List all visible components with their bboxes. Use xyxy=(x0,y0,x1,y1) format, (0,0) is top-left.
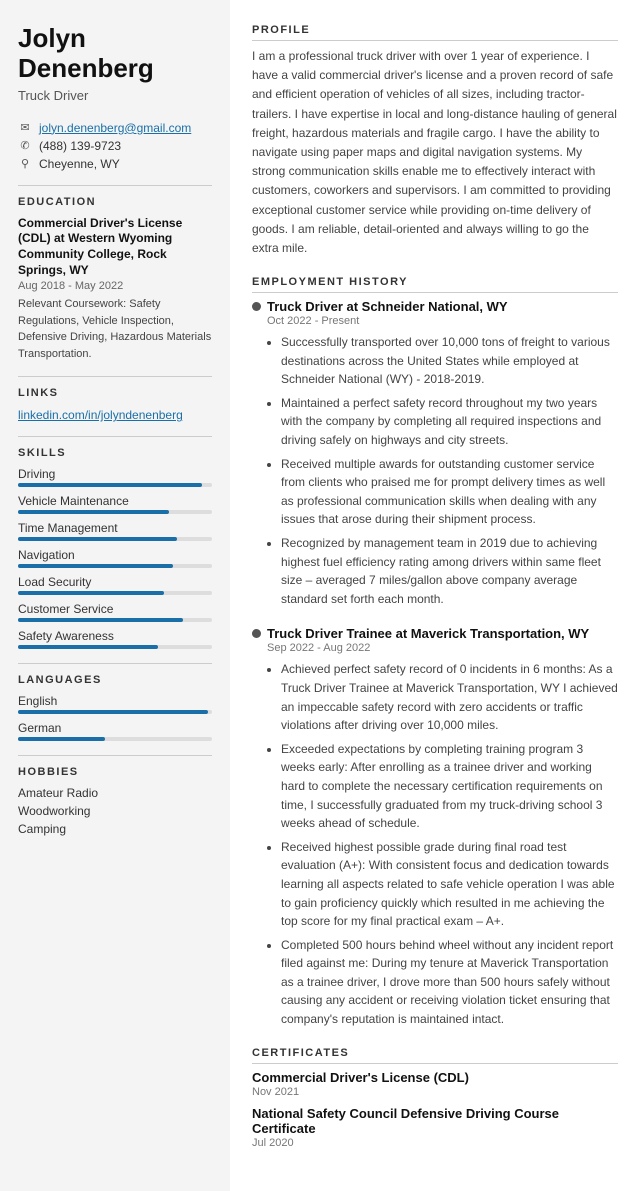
job-title: Truck Driver Trainee at Maverick Transpo… xyxy=(252,626,618,641)
job-dot xyxy=(252,629,261,638)
job-title-text: Truck Driver Trainee at Maverick Transpo… xyxy=(267,626,589,641)
sidebar: Jolyn Denenberg Truck Driver ✉ jolyn.den… xyxy=(0,0,230,1191)
hobbies-list: Amateur Radio Woodworking Camping xyxy=(18,786,212,836)
language-label: English xyxy=(18,694,212,708)
job-entry: Truck Driver Trainee at Maverick Transpo… xyxy=(252,626,618,1028)
skill-bar-fill xyxy=(18,483,202,487)
languages-list: English German xyxy=(18,694,212,741)
skills-list: Driving Vehicle Maintenance Time Managem… xyxy=(18,467,212,649)
job-dot xyxy=(252,302,261,311)
phone-icon: ✆ xyxy=(18,139,32,152)
lang-bar-fill xyxy=(18,737,105,741)
certificates-heading: CERTIFICATES xyxy=(252,1047,618,1064)
lang-bar-bg xyxy=(18,737,212,741)
hobbies-heading: HOBBIES xyxy=(18,766,212,778)
skill-bar-bg xyxy=(18,645,212,649)
main-content: PROFILE I am a professional truck driver… xyxy=(230,0,640,1191)
skill-bar-fill xyxy=(18,645,158,649)
language-item: English xyxy=(18,694,212,714)
certificate-entry: National Safety Council Defensive Drivin… xyxy=(252,1106,618,1149)
skill-bar-bg xyxy=(18,564,212,568)
skill-label: Safety Awareness xyxy=(18,629,212,643)
edu-coursework-label: Relevant Coursework: xyxy=(18,298,126,310)
skill-label: Vehicle Maintenance xyxy=(18,494,212,508)
cert-name: Commercial Driver's License (CDL) xyxy=(252,1070,618,1085)
candidate-job-title: Truck Driver xyxy=(18,88,212,103)
job-bullets-list: Successfully transported over 10,000 ton… xyxy=(267,333,618,608)
skill-item: Safety Awareness xyxy=(18,629,212,649)
candidate-name: Jolyn Denenberg xyxy=(18,24,212,84)
hobby-item: Amateur Radio xyxy=(18,786,212,800)
certificates-list: Commercial Driver's License (CDL) Nov 20… xyxy=(252,1070,618,1149)
skill-bar-fill xyxy=(18,618,183,622)
languages-heading: LANGUAGES xyxy=(18,674,212,686)
skill-label: Customer Service xyxy=(18,602,212,616)
edu-date: Aug 2018 - May 2022 xyxy=(18,280,212,292)
cert-date: Jul 2020 xyxy=(252,1137,618,1149)
job-bullet: Completed 500 hours behind wheel without… xyxy=(281,936,618,1029)
contact-location: ⚲ Cheyenne, WY xyxy=(18,157,212,171)
links-heading: LINKS xyxy=(18,387,212,399)
skill-item: Customer Service xyxy=(18,602,212,622)
language-label: German xyxy=(18,721,212,735)
edu-coursework: Relevant Coursework: Safety Regulations,… xyxy=(18,296,212,362)
job-bullet: Successfully transported over 10,000 ton… xyxy=(281,333,618,389)
skill-bar-bg xyxy=(18,537,212,541)
cert-name: National Safety Council Defensive Drivin… xyxy=(252,1106,618,1136)
skill-bar-fill xyxy=(18,564,173,568)
skill-label: Navigation xyxy=(18,548,212,562)
skill-label: Load Security xyxy=(18,575,212,589)
skills-heading: SKILLS xyxy=(18,447,212,459)
skill-item: Driving xyxy=(18,467,212,487)
skill-bar-fill xyxy=(18,537,177,541)
employment-heading: EMPLOYMENT HISTORY xyxy=(252,276,618,293)
skill-item: Navigation xyxy=(18,548,212,568)
job-title-text: Truck Driver at Schneider National, WY xyxy=(267,299,508,314)
hobby-item: Woodworking xyxy=(18,804,212,818)
linkedin-link[interactable]: linkedin.com/in/jolyndenenberg xyxy=(18,407,212,422)
job-title: Truck Driver at Schneider National, WY xyxy=(252,299,618,314)
job-bullet: Exceeded expectations by completing trai… xyxy=(281,740,618,833)
job-bullet: Maintained a perfect safety record throu… xyxy=(281,394,618,450)
job-bullets-list: Achieved perfect safety record of 0 inci… xyxy=(267,660,618,1028)
profile-heading: PROFILE xyxy=(252,24,618,41)
location-icon: ⚲ xyxy=(18,157,32,170)
skill-bar-bg xyxy=(18,618,212,622)
language-item: German xyxy=(18,721,212,741)
skill-bar-bg xyxy=(18,483,212,487)
hobby-item: Camping xyxy=(18,822,212,836)
job-date: Oct 2022 - Present xyxy=(267,315,618,327)
job-entry: Truck Driver at Schneider National, WY O… xyxy=(252,299,618,608)
education-heading: EDUCATION xyxy=(18,196,212,208)
jobs-list: Truck Driver at Schneider National, WY O… xyxy=(252,299,618,1029)
skill-bar-bg xyxy=(18,510,212,514)
certificate-entry: Commercial Driver's License (CDL) Nov 20… xyxy=(252,1070,618,1098)
skill-bar-bg xyxy=(18,591,212,595)
job-bullet: Recognized by management team in 2019 du… xyxy=(281,534,618,608)
profile-text: I am a professional truck driver with ov… xyxy=(252,47,618,258)
skill-item: Vehicle Maintenance xyxy=(18,494,212,514)
job-bullet: Achieved perfect safety record of 0 inci… xyxy=(281,660,618,734)
job-bullet: Received multiple awards for outstanding… xyxy=(281,455,618,529)
job-bullet: Received highest possible grade during f… xyxy=(281,838,618,931)
skill-item: Time Management xyxy=(18,521,212,541)
cert-date: Nov 2021 xyxy=(252,1086,618,1098)
lang-bar-bg xyxy=(18,710,212,714)
skill-bar-fill xyxy=(18,510,169,514)
skill-label: Time Management xyxy=(18,521,212,535)
skill-item: Load Security xyxy=(18,575,212,595)
job-date: Sep 2022 - Aug 2022 xyxy=(267,642,618,654)
edu-degree: Commercial Driver's License (CDL) at Wes… xyxy=(18,216,212,278)
email-icon: ✉ xyxy=(18,121,32,134)
contact-phone: ✆ (488) 139-9723 xyxy=(18,139,212,153)
contact-email[interactable]: ✉ jolyn.denenberg@gmail.com xyxy=(18,121,212,135)
skill-label: Driving xyxy=(18,467,212,481)
lang-bar-fill xyxy=(18,710,208,714)
skill-bar-fill xyxy=(18,591,164,595)
